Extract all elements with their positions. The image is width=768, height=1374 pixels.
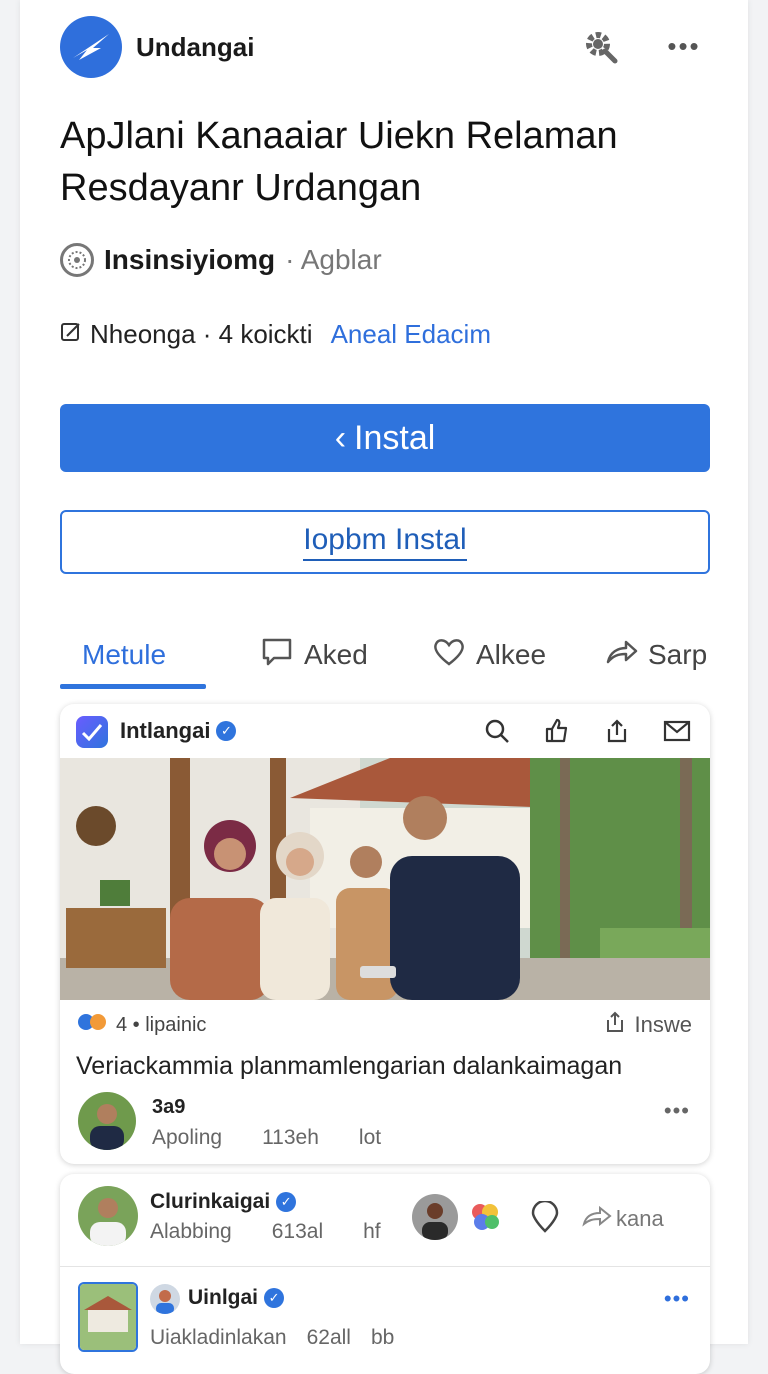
post-share-button[interactable]: Inswe bbox=[603, 1010, 692, 1040]
post-actions bbox=[482, 716, 692, 746]
post-stats-text: 4 • lipainic bbox=[116, 1013, 207, 1036]
tab-aked[interactable]: Aked bbox=[260, 630, 368, 680]
divider bbox=[60, 1266, 710, 1267]
list-item-meta-3: bb bbox=[370, 1326, 395, 1349]
upload-icon[interactable] bbox=[602, 716, 632, 746]
tab-bar: Metule Aked Alkee Sarp bbox=[60, 620, 710, 690]
list-item-name[interactable]: Uinlgai ✓ bbox=[188, 1286, 285, 1310]
list-item-meta-3: hf bbox=[363, 1220, 381, 1243]
developer-name[interactable]: Insinsiyiomg bbox=[104, 244, 275, 276]
comment-meta-3: lot bbox=[358, 1126, 382, 1149]
list-item-meta-1: Uiakladinlakan bbox=[150, 1326, 287, 1349]
tab-label: Aked bbox=[304, 639, 368, 670]
post-header: Intlangai ✓ bbox=[60, 704, 710, 758]
verified-badge-icon: ✓ bbox=[276, 1192, 297, 1212]
mail-icon[interactable] bbox=[662, 716, 692, 746]
meta-text: Nheonga · 4 koickti bbox=[90, 318, 313, 349]
heart-icon bbox=[432, 636, 466, 675]
search-icon[interactable] bbox=[482, 716, 512, 746]
comment-more-button[interactable]: ••• bbox=[664, 1098, 690, 1124]
comment-icon bbox=[260, 636, 294, 675]
list-thumbnail[interactable] bbox=[78, 1282, 138, 1352]
comment-meta-2: 113eh bbox=[262, 1126, 319, 1149]
settings-gear-icon[interactable] bbox=[580, 26, 620, 66]
post-stats: 4 • lipainic bbox=[76, 1012, 206, 1038]
share-icon bbox=[582, 1204, 612, 1234]
avatar[interactable] bbox=[150, 1284, 180, 1314]
top-bar: Undangai ••• bbox=[20, 0, 748, 96]
app-logo-icon[interactable] bbox=[60, 16, 122, 78]
more-options-button[interactable]: ••• bbox=[664, 1286, 690, 1312]
comment-meta: Apoling 113eh lot bbox=[152, 1126, 381, 1150]
tab-sarp[interactable]: Sarp bbox=[604, 630, 707, 680]
meta-link[interactable]: Aneal Edacim bbox=[331, 319, 491, 350]
upload-share-icon bbox=[603, 1010, 627, 1040]
post-app-logo-icon bbox=[76, 716, 108, 748]
tab-label: Alkee bbox=[476, 639, 547, 670]
post-photo[interactable] bbox=[60, 758, 710, 1000]
more-options-button[interactable]: ••• bbox=[662, 26, 706, 66]
tab-alkee[interactable]: Alkee bbox=[432, 630, 546, 680]
tab-label: Sarp bbox=[648, 639, 708, 670]
post-card[interactable]: Intlangai ✓ 4 • lipainic Inswe Veriackam… bbox=[60, 704, 710, 1164]
app-title: ApJlani Kanaaiar Uiekn Relaman Resdayanr… bbox=[60, 115, 618, 209]
share-label: kana bbox=[616, 1206, 664, 1231]
tab-label: Metule bbox=[82, 639, 167, 670]
install-label: Instal bbox=[354, 418, 436, 457]
list-item-meta: Uiakladinlakan 62all bb bbox=[150, 1326, 394, 1350]
list-item-name-text: Uinlgai bbox=[188, 1286, 259, 1309]
list-item-meta-1: Alabbing bbox=[150, 1220, 232, 1243]
list-card[interactable]: Clurinkaigai ✓ Alabbing 613al hf kana Ui… bbox=[60, 1174, 710, 1374]
app-badge-icon[interactable] bbox=[468, 1200, 502, 1234]
like-icon[interactable] bbox=[542, 716, 572, 746]
reaction-icons bbox=[76, 1012, 110, 1038]
verified-badge-icon: ✓ bbox=[216, 721, 237, 741]
developer-row: Insinsiyiomg · Agblar bbox=[60, 240, 382, 280]
comment-username[interactable]: 3a9 bbox=[152, 1096, 185, 1119]
share-button[interactable]: kana bbox=[582, 1204, 664, 1234]
open-install-button[interactable]: Iopbm Instal bbox=[60, 510, 710, 574]
share-icon bbox=[604, 636, 638, 675]
avatar[interactable] bbox=[412, 1194, 458, 1240]
list-item-name[interactable]: Clurinkaigai ✓ bbox=[150, 1190, 297, 1214]
avatar[interactable] bbox=[78, 1186, 138, 1246]
chevron-left-icon: ‹ bbox=[334, 418, 347, 457]
avatar[interactable] bbox=[78, 1092, 136, 1150]
post-caption: Veriackammia planmamlengarian dalankaima… bbox=[76, 1052, 623, 1080]
developer-badge-icon bbox=[60, 243, 94, 277]
app-store-page: Undangai ••• ApJlani Kanaaiar Uiekn Rela… bbox=[20, 0, 748, 1374]
list-item-meta: Alabbing 613al hf bbox=[150, 1220, 381, 1244]
meta-row: Nheonga · 4 koickti Aneal Edacim bbox=[60, 314, 491, 354]
list-item-name-text: Clurinkaigai bbox=[150, 1190, 271, 1213]
developer-suffix: · Agblar bbox=[285, 244, 382, 275]
active-tab-indicator bbox=[60, 684, 206, 689]
app-name: Undangai bbox=[136, 32, 255, 62]
post-author[interactable]: Intlangai ✓ bbox=[120, 718, 237, 744]
list-item-meta-2: 613al bbox=[271, 1220, 324, 1243]
install-button[interactable]: ‹ Instal bbox=[60, 404, 710, 472]
location-pin-icon[interactable] bbox=[528, 1200, 562, 1234]
post-author-name: Intlangai bbox=[120, 718, 211, 743]
share-label: Inswe bbox=[634, 1012, 692, 1037]
tab-metule[interactable]: Metule bbox=[82, 630, 166, 680]
list-item-meta-2: 62all bbox=[306, 1326, 351, 1349]
edit-icon bbox=[60, 319, 82, 350]
open-install-label: Iopbm Instal bbox=[303, 523, 467, 561]
verified-badge-icon: ✓ bbox=[264, 1288, 285, 1308]
comment-meta-1: Apoling bbox=[152, 1126, 223, 1149]
